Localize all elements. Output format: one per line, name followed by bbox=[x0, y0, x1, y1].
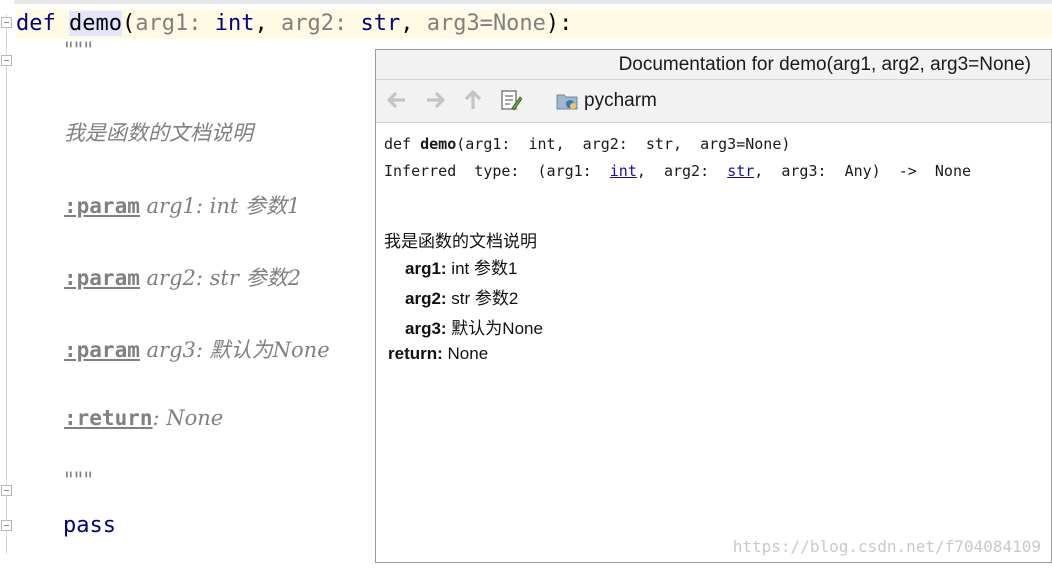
pass-keyword: pass bbox=[63, 513, 116, 538]
param-text: arg1: int 参数1 bbox=[139, 194, 301, 218]
editor-top-strip bbox=[0, 0, 1052, 4]
forward-arrow-icon[interactable] bbox=[423, 88, 447, 112]
editor-gutter bbox=[0, 0, 14, 573]
paren-close: ): bbox=[545, 11, 573, 36]
function-name[interactable]: demo bbox=[69, 11, 122, 36]
fold-collapse-icon[interactable] bbox=[1, 485, 12, 496]
param-sep: : bbox=[333, 11, 361, 36]
popup-title[interactable]: Documentation for demo(arg1, arg2, arg3=… bbox=[376, 50, 1051, 80]
param-type: int bbox=[214, 11, 255, 36]
documentation-popup[interactable]: Documentation for demo(arg1, arg2, arg3=… bbox=[375, 49, 1052, 563]
docstring-param-line-1: :param arg1: int 参数1 bbox=[64, 190, 300, 220]
return-desc: None bbox=[442, 344, 489, 363]
param-desc: int 参数1 bbox=[446, 259, 518, 278]
docstring-param-line-3: :param arg3: 默认为None bbox=[64, 334, 330, 364]
back-arrow-icon[interactable] bbox=[385, 88, 409, 112]
param-name: arg2: bbox=[405, 289, 447, 308]
param-arg2: arg2 bbox=[280, 11, 334, 36]
return-entry: return: None bbox=[388, 344, 488, 364]
docstring-close: """ bbox=[64, 468, 93, 492]
param-arg3: arg3= bbox=[426, 11, 493, 36]
docstring-open: """ bbox=[64, 38, 93, 62]
inferred-type-line: Inferred type: (arg1: int, arg2: str, ar… bbox=[384, 162, 971, 180]
param-type: str bbox=[360, 11, 401, 36]
fold-collapse-icon[interactable] bbox=[1, 520, 12, 531]
module-indicator: pycharm bbox=[556, 88, 657, 114]
watermark: https://blog.csdn.net/f704084109 bbox=[732, 537, 1041, 556]
inferred-prefix: Inferred type: (arg1: bbox=[384, 162, 610, 180]
code-line-def[interactable]: def demo(arg1: int, arg2: str, arg3=None… bbox=[16, 9, 1052, 39]
param-desc: 默认为None bbox=[446, 319, 543, 338]
param-desc: str 参数2 bbox=[446, 289, 519, 308]
fold-collapse-icon[interactable] bbox=[1, 55, 12, 66]
paren: ( bbox=[121, 11, 136, 36]
sig-name: demo bbox=[420, 135, 457, 153]
def-keyword: def bbox=[16, 11, 56, 36]
edit-source-icon[interactable] bbox=[499, 88, 523, 112]
inferred-mid: , arg2: bbox=[636, 162, 728, 180]
comma: , bbox=[400, 11, 427, 36]
fold-collapse-icon[interactable] bbox=[1, 17, 12, 28]
docstring-return-line: :return: None bbox=[64, 406, 223, 430]
int-type-link[interactable]: int bbox=[610, 162, 637, 180]
param-arg1: arg1 bbox=[135, 11, 189, 36]
param-entry-arg1: arg1: int 参数1 bbox=[405, 254, 517, 279]
docstring-description: 我是函数的文档说明 bbox=[64, 121, 253, 145]
popup-toolbar: pycharm bbox=[376, 80, 1051, 123]
signature-line: def demo(arg1: int, arg2: str, arg3=None… bbox=[384, 135, 790, 153]
inferred-suffix: , arg3: Any) -> None bbox=[754, 162, 972, 180]
param-text: arg2: str 参数2 bbox=[139, 266, 301, 290]
up-arrow-icon[interactable] bbox=[461, 88, 485, 112]
param-tag: :param bbox=[64, 194, 140, 218]
return-name: return: bbox=[388, 344, 443, 363]
fold-guide-line bbox=[6, 14, 7, 554]
param-entry-arg3: arg3: 默认为None bbox=[405, 314, 543, 339]
sig-params: (arg1: int, arg2: str, arg3=None) bbox=[456, 135, 791, 153]
popup-content: def demo(arg1: int, arg2: str, arg3=None… bbox=[376, 123, 1051, 562]
doc-description: 我是函数的文档说明 bbox=[384, 232, 537, 251]
module-name: pycharm bbox=[584, 90, 657, 111]
param-text: arg3: 默认为None bbox=[139, 338, 330, 362]
param-name: arg1: bbox=[405, 259, 447, 278]
return-text: : None bbox=[152, 406, 224, 430]
param-entry-arg2: arg2: str 参数2 bbox=[405, 284, 518, 309]
comma: , bbox=[254, 11, 281, 36]
param-name: arg3: bbox=[405, 319, 447, 338]
param-sep: : bbox=[188, 11, 215, 36]
default-value: None bbox=[492, 11, 546, 36]
str-type-link[interactable]: str bbox=[727, 162, 754, 180]
param-tag: :param bbox=[64, 266, 140, 290]
sig-def: def bbox=[384, 135, 421, 153]
python-package-icon bbox=[556, 94, 578, 110]
docstring-param-line-2: :param arg2: str 参数2 bbox=[64, 262, 301, 292]
param-tag: :param bbox=[64, 338, 140, 362]
return-tag: :return bbox=[64, 406, 153, 430]
